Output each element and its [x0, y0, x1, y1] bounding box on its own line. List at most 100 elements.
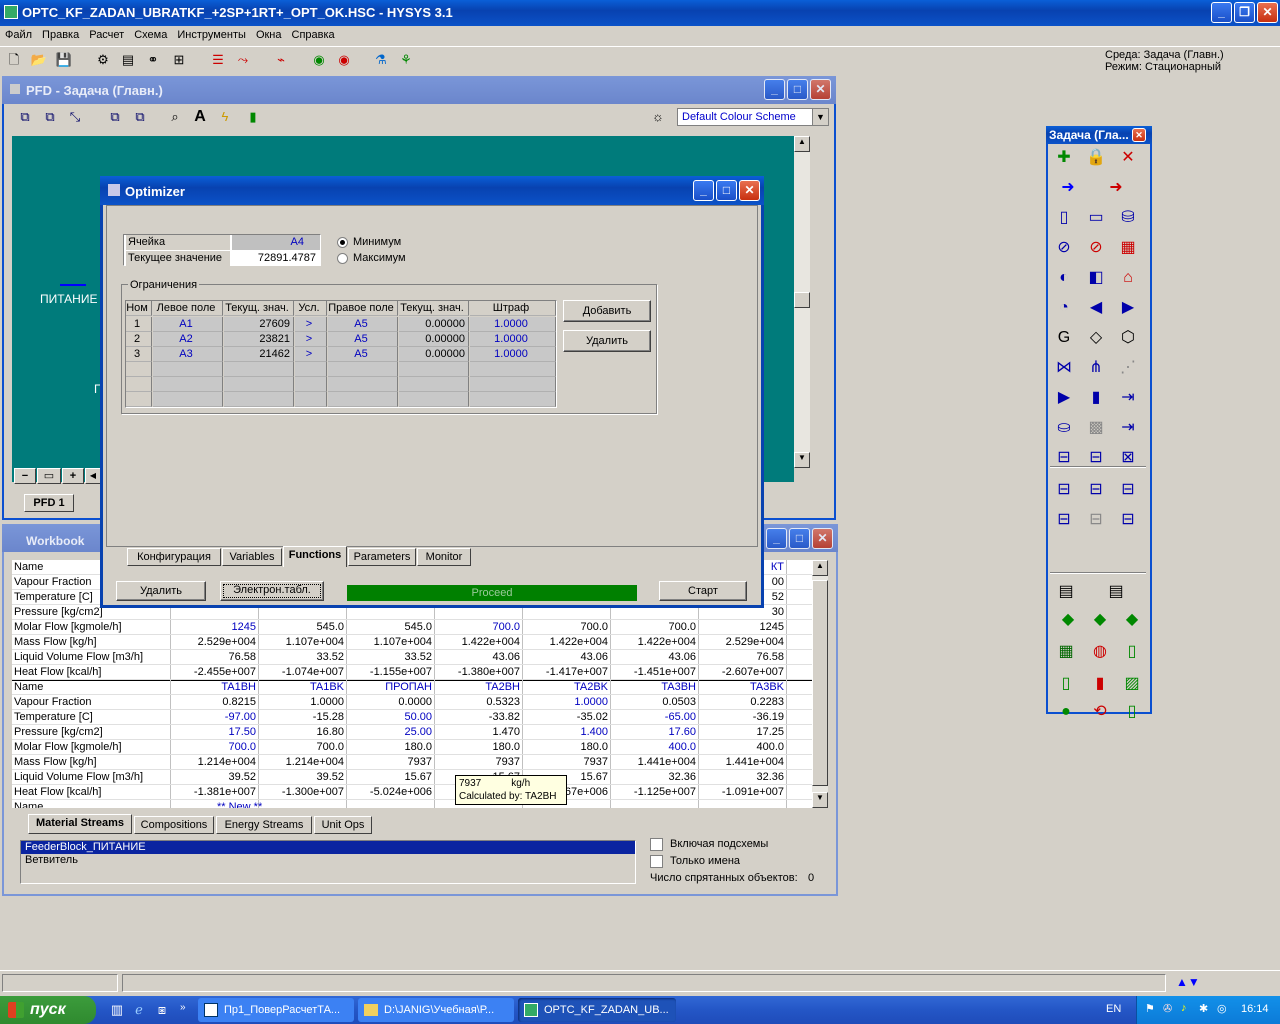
logic-icon[interactable]: ▯	[1120, 700, 1144, 724]
relief-valve-icon[interactable]: ⋰	[1116, 356, 1140, 380]
scroll-up-button[interactable]: ▲	[794, 136, 810, 152]
table-cell[interactable]: 0.2283	[700, 695, 784, 710]
table-cell[interactable]: A1	[153, 317, 223, 332]
table-cell[interactable]: 17.25	[700, 725, 784, 740]
delete-x-icon[interactable]: ✕	[1116, 146, 1140, 170]
table-cell[interactable]: -97.00	[172, 710, 256, 725]
stream-name-cell[interactable]: TA3BK	[700, 680, 784, 695]
table-cell[interactable]: 1.0000	[470, 332, 556, 347]
expander-icon[interactable]: ◀	[1084, 296, 1108, 320]
minimize-button[interactable]: _	[1211, 2, 1232, 23]
table-cell[interactable]: -1.417e+007	[524, 665, 608, 680]
menu-file[interactable]: Файл	[0, 26, 37, 46]
table-cell[interactable]: 1.441e+004	[700, 755, 784, 770]
table-cell[interactable]: -2.607e+007	[700, 665, 784, 680]
table-cell[interactable]: 21462	[224, 347, 294, 362]
recycle-loop-icon[interactable]: ⟲	[1088, 700, 1112, 724]
cooler-green-icon[interactable]: ●	[1054, 700, 1078, 724]
hold-red-icon[interactable]: ◉	[333, 49, 355, 71]
empty-cell[interactable]	[224, 362, 294, 377]
tab-functions[interactable]: Functions	[283, 546, 347, 567]
run-green-icon[interactable]: ◉	[308, 49, 330, 71]
set-icon[interactable]: ▯	[1054, 672, 1078, 696]
menu-calc[interactable]: Расчет	[84, 26, 129, 46]
feed-label[interactable]: ПИТАНИЕ	[40, 292, 97, 306]
table-cell[interactable]: 700.0	[436, 620, 520, 635]
pfd-tool-3-icon[interactable]: ⤡	[64, 106, 86, 128]
table-cell[interactable]: >	[295, 332, 327, 347]
table-cell[interactable]: -1.155e+007	[348, 665, 432, 680]
stripper-icon[interactable]: ⊟	[1116, 478, 1140, 502]
table-cell[interactable]: 1.107e+004	[260, 635, 344, 650]
component-splitter-icon[interactable]: ⇥	[1116, 386, 1140, 410]
workbook-minimize-button[interactable]: _	[766, 528, 787, 549]
minimize-radio[interactable]: Минимум	[337, 236, 427, 250]
zoom-in-button[interactable]: +	[62, 468, 84, 484]
table-cell[interactable]: A5	[328, 332, 398, 347]
pfd-tool-4-icon[interactable]: ⧉	[104, 106, 126, 128]
table-cell[interactable]: 16.80	[260, 725, 344, 740]
table-cell[interactable]: 0.00000	[399, 317, 469, 332]
quicklaunch-more-icon[interactable]: »	[180, 1002, 186, 1013]
tab-compositions[interactable]: Compositions	[134, 816, 214, 834]
table-cell[interactable]: 25.00	[348, 725, 432, 740]
radio-dot[interactable]	[337, 253, 348, 264]
table-cell[interactable]: 76.58	[172, 650, 256, 665]
table-cell[interactable]: 700.0	[260, 740, 344, 755]
feed-stream-arrow[interactable]	[60, 284, 86, 286]
names-only-checkbox[interactable]: Только имена	[650, 855, 830, 869]
stream-name-cell[interactable]: TA3BH	[612, 680, 696, 695]
mb-icon[interactable]: ◍	[1088, 640, 1112, 664]
chevron-down-icon[interactable]: ▼	[812, 109, 828, 125]
zoom-icon[interactable]: ⌕	[164, 106, 186, 128]
table-cell[interactable]: 1.400	[524, 725, 608, 740]
table-cell[interactable]: 1.0000	[260, 695, 344, 710]
delete-constraint-button[interactable]: Удалить	[563, 330, 651, 352]
table-cell[interactable]: 7937	[348, 755, 432, 770]
components-icon[interactable]: ⚙	[92, 49, 114, 71]
table-cell[interactable]: 3	[126, 347, 152, 362]
gibbs-reactor-icon[interactable]: ⇥	[1116, 416, 1140, 440]
custom-column-icon[interactable]: ▤	[1104, 580, 1128, 604]
pfd-vscroll[interactable]: ▲ ▼	[794, 136, 810, 468]
empty-cell[interactable]	[126, 377, 152, 392]
table-cell[interactable]: 2.529e+004	[700, 635, 784, 650]
table-cell[interactable]: 1.422e+004	[612, 635, 696, 650]
pfd-icon[interactable]: ⤳	[232, 49, 254, 71]
energy-stream-icon[interactable]: ➜	[1104, 176, 1128, 200]
menu-help[interactable]: Справка	[287, 26, 340, 46]
list-item[interactable]: Ветвитель	[21, 854, 635, 867]
scroll-up-button[interactable]: ▲	[812, 560, 828, 576]
optimizer-close-button[interactable]: ✕	[739, 180, 760, 201]
task-button-3-active[interactable]: OPTC_KF_ZADAN_UB...	[518, 998, 676, 1022]
maximize-button[interactable]: ❐	[1234, 2, 1255, 23]
pump-icon[interactable]: ◐	[1052, 266, 1076, 290]
empty-cell[interactable]	[126, 392, 152, 407]
list-item-selected[interactable]: FeederBlock_ПИТАНИЕ	[21, 841, 635, 854]
subflowsheet-icon[interactable]: ▤	[1054, 580, 1078, 604]
table-cell[interactable]: -1.451e+007	[612, 665, 696, 680]
lnga-icon[interactable]: ◧	[1084, 266, 1108, 290]
chart-icon[interactable]: ▨	[1120, 672, 1144, 696]
table-cell[interactable]: 1245	[172, 620, 256, 635]
selector-icon[interactable]: ▮	[1088, 672, 1112, 696]
table-cell[interactable]: 2	[126, 332, 152, 347]
workbook-maximize-button[interactable]: □	[789, 528, 810, 549]
table-cell[interactable]: 545.0	[348, 620, 432, 635]
tray-icon-4-icon[interactable]: ✱	[1199, 1002, 1208, 1015]
scroll-left-button[interactable]: ◀	[85, 468, 101, 484]
object-list[interactable]: FeederBlock_ПИТАНИЕ Ветвитель	[20, 840, 636, 884]
table-cell[interactable]: 0.0000	[348, 695, 432, 710]
table-cell[interactable]: 700.0	[524, 620, 608, 635]
tab-variables[interactable]: Variables	[222, 548, 282, 566]
refluxer-icon[interactable]: ⊟	[1084, 508, 1108, 532]
table-cell[interactable]: 1245	[700, 620, 784, 635]
turbine-icon[interactable]: ▶	[1116, 296, 1140, 320]
diamond-2-icon[interactable]: ◆	[1088, 608, 1112, 632]
table-cell[interactable]: 0.8215	[172, 695, 256, 710]
table-cell[interactable]: 700.0	[612, 620, 696, 635]
empty-cell[interactable]	[153, 392, 223, 407]
pfd-tab[interactable]: PFD 1	[24, 494, 74, 512]
empty-cell[interactable]	[399, 392, 469, 407]
table-cell[interactable]: 1.422e+004	[436, 635, 520, 650]
